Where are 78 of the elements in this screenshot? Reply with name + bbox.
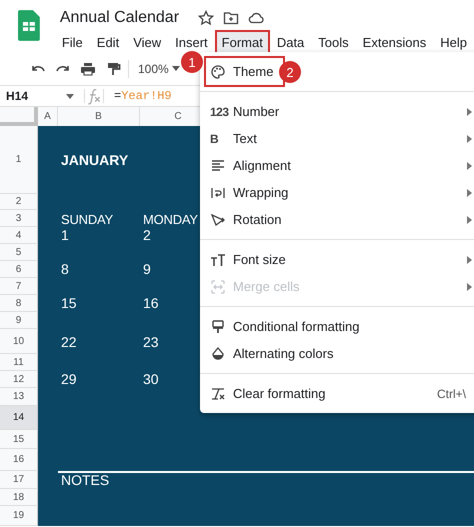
date-number: 9	[142, 261, 151, 278]
menu-item[interactable]: Data	[270, 30, 312, 55]
menu-item[interactable]: Font size	[200, 246, 474, 273]
menu-item[interactable]: Conditional formatting	[200, 313, 474, 340]
date-number: 8	[60, 261, 69, 278]
formula-text[interactable]: =Year!H9	[103, 89, 172, 103]
date-number: 30	[142, 371, 159, 388]
month-heading: JANUARY	[60, 151, 128, 170]
submenu-arrow-icon	[467, 108, 472, 116]
row-header[interactable]: 15	[0, 430, 38, 449]
row-header[interactable]: 17	[0, 471, 38, 489]
drop-icon	[210, 346, 226, 362]
submenu-arrow-icon	[467, 282, 472, 290]
shortcut-text: Ctrl+\	[436, 386, 466, 400]
row-header[interactable]: 2	[0, 194, 38, 210]
folder-icon	[223, 10, 240, 26]
submenu-arrow-icon	[467, 256, 472, 264]
document-title[interactable]: Annual Calendar	[60, 9, 180, 27]
row-header[interactable]: 12	[0, 371, 38, 388]
row-header[interactable]: 11	[0, 354, 38, 371]
caret-icon[interactable]	[66, 94, 74, 98]
rotation-icon	[210, 212, 226, 228]
menu-item[interactable]: Rotation	[200, 206, 474, 233]
date-number: 15	[60, 295, 77, 312]
row-header[interactable]: 16	[0, 449, 38, 471]
font-size-icon	[210, 252, 226, 268]
column-header[interactable]: B	[58, 107, 140, 127]
date-number: 2	[142, 227, 151, 244]
date-number: 29	[60, 371, 77, 388]
merge-icon	[210, 278, 226, 294]
row-header[interactable]: 19	[0, 506, 38, 526]
column-header[interactable]: A	[38, 107, 58, 127]
menu-item[interactable]: Edit	[90, 30, 126, 55]
row-header[interactable]: 4	[0, 227, 38, 244]
palette-icon	[210, 64, 226, 80]
row-header[interactable]: 10	[0, 329, 38, 354]
align-left-icon	[210, 158, 226, 174]
row-header[interactable]: 8	[0, 295, 38, 312]
notes-heading: NOTES	[60, 471, 110, 489]
submenu-arrow-icon	[467, 188, 472, 196]
date-number: 1	[60, 227, 69, 244]
row-header[interactable]: 9	[0, 312, 38, 329]
submenu-arrow-icon	[467, 134, 472, 142]
date-number: 16	[142, 295, 159, 312]
menu-glyph-icon: B	[210, 132, 218, 146]
clear-format-icon	[210, 386, 226, 402]
submenu-arrow-icon	[467, 216, 472, 224]
menu-item[interactable]: Tools	[311, 30, 356, 55]
weekday-heading: SUNDAY	[60, 211, 114, 227]
row-header[interactable]: 14	[0, 406, 38, 430]
submenu-arrow-icon	[467, 162, 472, 170]
star-icon	[198, 10, 214, 26]
weekday-heading: MONDAY	[142, 211, 198, 227]
menu-item[interactable]: View	[126, 30, 168, 55]
menu-item[interactable]: Help	[433, 30, 474, 55]
step-badge: 1	[181, 51, 203, 73]
date-number: 22	[60, 332, 77, 352]
menu-item[interactable]: Wrapping	[200, 179, 474, 206]
sheets-logo-icon[interactable]	[18, 10, 40, 41]
menu-item[interactable]: File	[54, 30, 90, 55]
row-header[interactable]: 13	[0, 388, 38, 406]
row-header[interactable]: 7	[0, 278, 38, 295]
menu-item[interactable]: Clear formatting Ctrl+\	[200, 380, 474, 407]
menu-item[interactable]: Alternating colors	[200, 340, 474, 367]
zoom-select[interactable]: 100%	[138, 62, 180, 76]
row-header[interactable]: 1	[0, 126, 38, 194]
cell-reference[interactable]: H14	[0, 89, 66, 103]
row-header[interactable]: 6	[0, 261, 38, 278]
row-header[interactable]: 18	[0, 489, 38, 506]
row-header[interactable]: 3	[0, 210, 38, 227]
row-header[interactable]: 5	[0, 244, 38, 261]
caret-icon	[172, 66, 180, 71]
menu-item[interactable]: Alignment	[200, 152, 474, 179]
cloud-icon	[248, 10, 264, 26]
menu-item[interactable]: Extensions	[356, 30, 434, 55]
menu-item[interactable]: B Text	[200, 125, 474, 152]
paint-roller-icon	[210, 318, 226, 334]
date-number: 23	[142, 332, 159, 352]
